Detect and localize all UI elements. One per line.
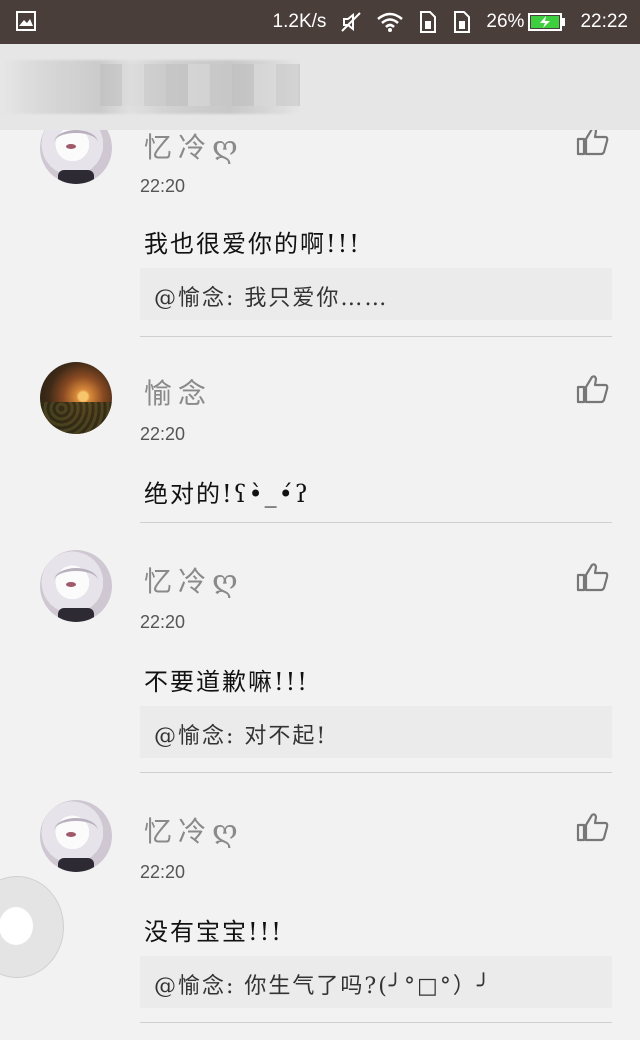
blurred-title-mosaic: [100, 64, 300, 106]
reply-quote: @愉念: 你生气了吗?(╯°□°）╯: [140, 956, 612, 1008]
image-icon: [16, 11, 36, 31]
sim1-icon: [418, 11, 438, 33]
avatar[interactable]: [40, 130, 112, 184]
like-icon[interactable]: [576, 562, 610, 592]
comment-text: 绝对的!ʕ•̀_•́ʔ: [144, 480, 310, 508]
comment-list[interactable]: 忆冷ღ 22:20 我也很爱你的啊!!! @愉念: 我只爱你…… 愉念 22:2…: [0, 130, 640, 1040]
reply-quote-text: @愉念: 我只爱你……: [154, 286, 389, 311]
avatar[interactable]: [40, 362, 112, 434]
comment-author[interactable]: 忆冷ღ: [144, 130, 238, 166]
comment-text: 不要道歉嘛!!!: [144, 668, 309, 696]
comment-author[interactable]: 愉念: [144, 372, 212, 412]
reply-quote-text: @愉念: 对不起!: [154, 724, 328, 749]
clock: 22:22: [580, 11, 628, 32]
comment-time: 22:20: [140, 424, 186, 444]
comment-text: 我也很爱你的啊!!!: [144, 230, 361, 258]
status-bar: 1.2K/s 26% 22:22: [0, 0, 640, 44]
comment-text: 没有宝宝!!!: [144, 918, 283, 946]
like-icon[interactable]: [576, 374, 610, 404]
battery-percent: 26%: [486, 11, 525, 32]
battery-charging-icon: [528, 12, 566, 32]
comment-time: 22:20: [140, 862, 186, 882]
reply-quote: @愉念: 我只爱你……: [140, 268, 612, 320]
reply-quote: @愉念: 对不起!: [140, 706, 612, 758]
wifi-icon: [376, 11, 404, 33]
avatar[interactable]: [40, 550, 112, 622]
comment-author[interactable]: 忆冷ღ: [144, 560, 238, 600]
reply-quote-text: @愉念: 你生气了吗?(╯°□°）╯: [154, 974, 493, 999]
comment-time: 22:20: [140, 176, 186, 196]
header-blurred: [0, 44, 640, 130]
comment-time: 22:20: [140, 612, 186, 632]
network-speed: 1.2K/s: [272, 11, 327, 32]
comment-author[interactable]: 忆冷ღ: [144, 810, 238, 850]
divider: [140, 522, 612, 523]
mute-icon: [340, 11, 362, 33]
like-icon[interactable]: [576, 812, 610, 842]
sim2-icon: [452, 11, 472, 33]
like-icon[interactable]: [576, 130, 610, 156]
divider: [140, 336, 612, 337]
avatar[interactable]: [40, 800, 112, 872]
divider: [140, 772, 612, 773]
divider: [140, 1022, 612, 1023]
